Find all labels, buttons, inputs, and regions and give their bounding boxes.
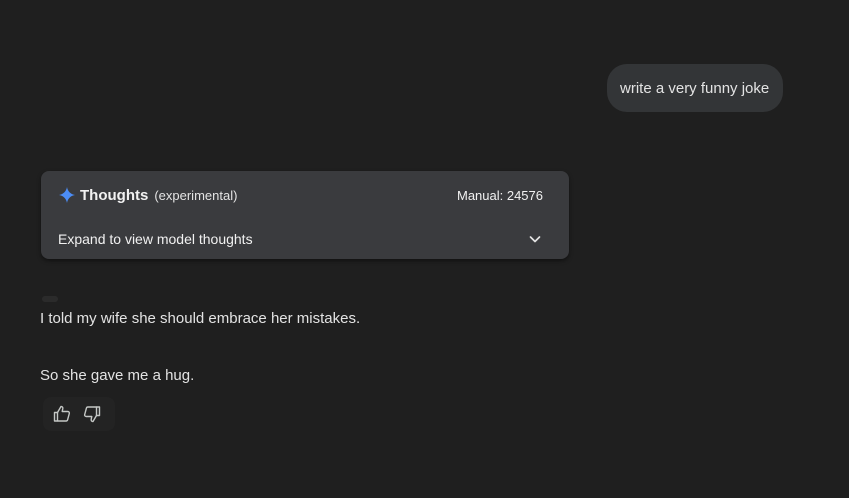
feedback-bar bbox=[43, 397, 115, 431]
user-message-bubble: write a very funny joke bbox=[607, 64, 784, 112]
chat-page: write a very funny joke Thoughts (experi… bbox=[0, 0, 849, 498]
thinking-budget-label: Manual: 24576 bbox=[456, 187, 543, 203]
response-avatar-placeholder bbox=[42, 296, 58, 302]
chevron-down-icon[interactable] bbox=[527, 231, 543, 247]
response-paragraph: I told my wife she should embrace her mi… bbox=[40, 310, 361, 327]
expand-thoughts-label: Expand to view model thoughts bbox=[58, 231, 253, 247]
thumbs-up-icon[interactable] bbox=[51, 403, 73, 425]
expand-thoughts-toggle[interactable]: Expand to view model thoughts bbox=[58, 228, 543, 250]
thoughts-subtitle: (experimental) bbox=[154, 187, 238, 203]
thoughts-header: Thoughts (experimental) Manual: 24576 bbox=[59, 185, 543, 205]
sparkle-icon bbox=[59, 187, 75, 203]
response-paragraph: So she gave me a hug. bbox=[40, 367, 195, 384]
thoughts-title: Thoughts bbox=[80, 186, 149, 204]
thoughts-panel: Thoughts (experimental) Manual: 24576 Ex… bbox=[41, 171, 569, 259]
user-message-text: write a very funny joke bbox=[620, 79, 770, 97]
thumbs-down-icon[interactable] bbox=[81, 403, 103, 425]
